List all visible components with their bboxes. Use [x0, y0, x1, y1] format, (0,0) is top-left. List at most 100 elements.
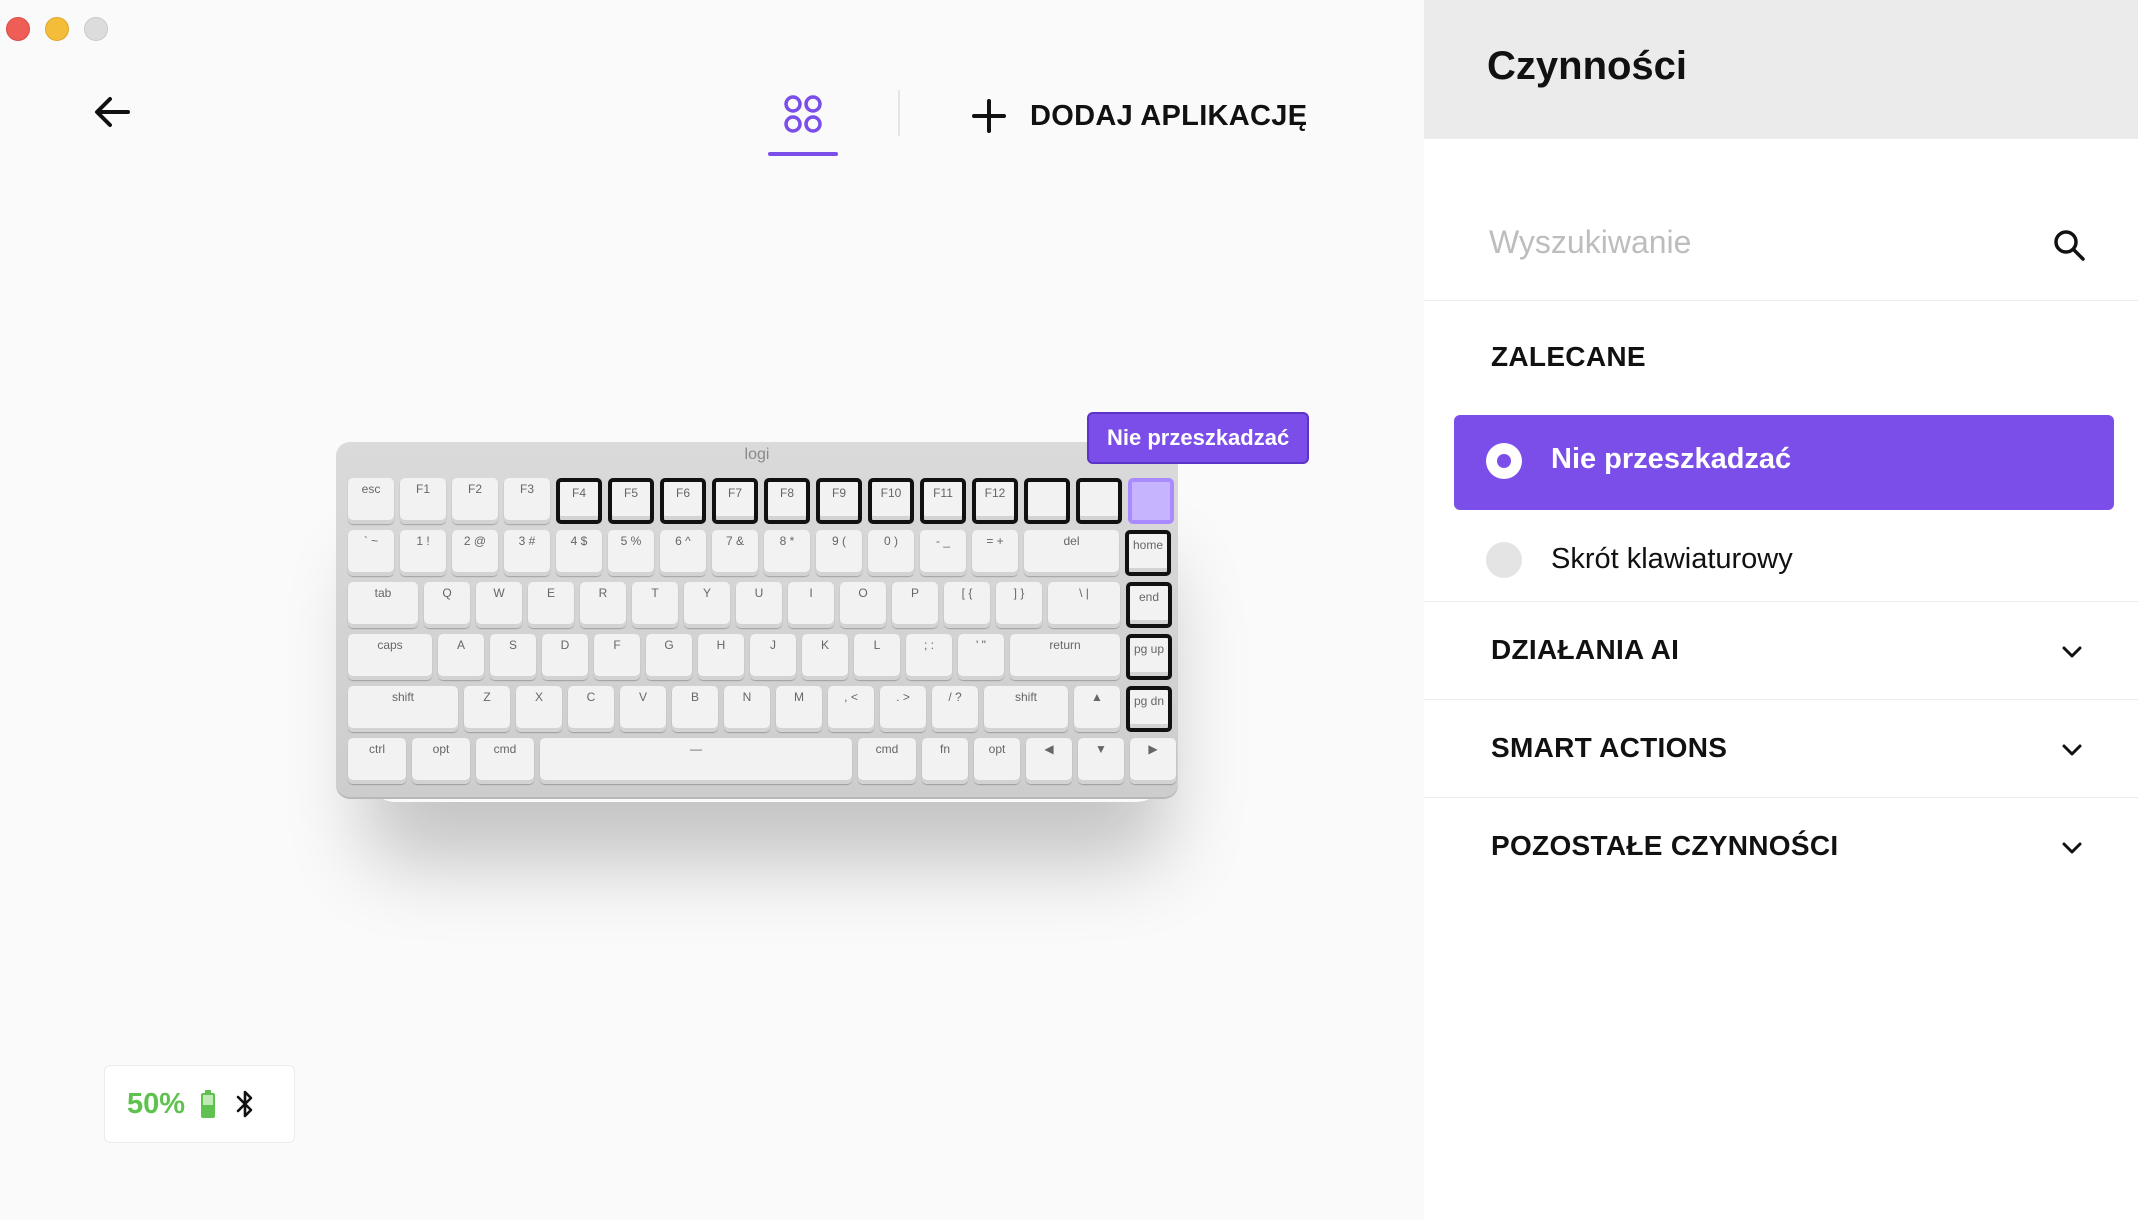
- keyboard-key[interactable]: I: [788, 582, 834, 628]
- keyboard-key[interactable]: T: [632, 582, 678, 628]
- keyboard-key[interactable]: F10: [868, 478, 914, 524]
- keyboard-key[interactable]: ▼: [1078, 738, 1124, 784]
- keyboard-key[interactable]: caps: [348, 634, 432, 680]
- keyboard-key[interactable]: return: [1010, 634, 1120, 680]
- keyboard-key[interactable]: J: [750, 634, 796, 680]
- keyboard-key[interactable]: ' ": [958, 634, 1004, 680]
- chevron-down-icon: [2062, 646, 2082, 658]
- keyboard-key[interactable]: G: [646, 634, 692, 680]
- keyboard-key[interactable]: D: [542, 634, 588, 680]
- keyboard-key[interactable]: F6: [660, 478, 706, 524]
- keyboard-key[interactable]: F4: [556, 478, 602, 524]
- keyboard-key[interactable]: H: [698, 634, 744, 680]
- keyboard-key[interactable]: P: [892, 582, 938, 628]
- keyboard-key[interactable]: 1 !: [400, 530, 446, 576]
- keyboard-key[interactable]: F: [594, 634, 640, 680]
- window-close-button[interactable]: [6, 17, 30, 41]
- keyboard-key[interactable]: cmd: [476, 738, 534, 784]
- keyboard-key[interactable]: shift: [984, 686, 1068, 732]
- keyboard-key[interactable]: 6 ^: [660, 530, 706, 576]
- option-keyboard-shortcut[interactable]: Skrót klawiaturowy: [1454, 525, 2114, 595]
- keyboard-key[interactable]: S: [490, 634, 536, 680]
- keyboard-key[interactable]: —: [540, 738, 852, 784]
- keyboard-key[interactable]: del: [1024, 530, 1119, 576]
- chevron-down-icon: [2062, 842, 2082, 854]
- keyboard-key[interactable]: X: [516, 686, 562, 732]
- keyboard-key[interactable]: F7: [712, 478, 758, 524]
- keyboard-key[interactable]: ` ~: [348, 530, 394, 576]
- keyboard-key[interactable]: 7 &: [712, 530, 758, 576]
- window-zoom-button[interactable]: [84, 17, 108, 41]
- keyboard-key[interactable]: 9 (: [816, 530, 862, 576]
- section-other-actions[interactable]: POZOSTAŁE CZYNNOŚCI: [1424, 800, 2138, 896]
- keyboard-key[interactable]: end: [1126, 582, 1172, 628]
- keyboard-key[interactable]: , <: [828, 686, 874, 732]
- keyboard-key[interactable]: Q: [424, 582, 470, 628]
- keyboard-key[interactable]: A: [438, 634, 484, 680]
- keyboard-key[interactable]: V: [620, 686, 666, 732]
- keyboard-key[interactable]: R: [580, 582, 626, 628]
- keyboard-key[interactable]: 3 #: [504, 530, 550, 576]
- keyboard-key[interactable]: - _: [920, 530, 966, 576]
- keyboard-key[interactable]: F1: [400, 478, 446, 524]
- keyboard-key[interactable]: ▲: [1074, 686, 1120, 732]
- keyboard-key[interactable]: F5: [608, 478, 654, 524]
- keyboard-key[interactable]: fn: [922, 738, 968, 784]
- keyboard-key[interactable]: [1024, 478, 1070, 524]
- keyboard-key[interactable]: ◀: [1026, 738, 1072, 784]
- section-ai-actions[interactable]: DZIAŁANIA AI: [1424, 604, 2138, 700]
- keyboard-key[interactable]: Y: [684, 582, 730, 628]
- keyboard-key[interactable]: pg dn: [1126, 686, 1172, 732]
- keyboard-key[interactable]: opt: [412, 738, 470, 784]
- keyboard-key[interactable]: cmd: [858, 738, 916, 784]
- search-input[interactable]: [1487, 216, 2011, 268]
- keyboard-key[interactable]: F9: [816, 478, 862, 524]
- keyboard-key[interactable]: shift: [348, 686, 458, 732]
- keyboard-key[interactable]: \ |: [1048, 582, 1120, 628]
- keyboard-key[interactable]: O: [840, 582, 886, 628]
- section-smart-actions[interactable]: SMART ACTIONS: [1424, 702, 2138, 798]
- keyboard-key[interactable]: U: [736, 582, 782, 628]
- keyboard-key[interactable]: [ {: [944, 582, 990, 628]
- keyboard-key[interactable]: ; :: [906, 634, 952, 680]
- keyboard-key[interactable]: . >: [880, 686, 926, 732]
- keyboard-key[interactable]: pg up: [1126, 634, 1172, 680]
- add-app-button[interactable]: DODAJ APLIKACJĘ: [970, 94, 1307, 138]
- keyboard-key[interactable]: [1128, 478, 1174, 524]
- keyboard-key[interactable]: 5 %: [608, 530, 654, 576]
- keyboard-key[interactable]: tab: [348, 582, 418, 628]
- keyboard-key[interactable]: 0 ): [868, 530, 914, 576]
- keyboard-key[interactable]: 2 @: [452, 530, 498, 576]
- keyboard-key[interactable]: M: [776, 686, 822, 732]
- keyboard-key[interactable]: opt: [974, 738, 1020, 784]
- keyboard-key[interactable]: 4 $: [556, 530, 602, 576]
- keyboard-key[interactable]: home: [1125, 530, 1171, 576]
- back-button[interactable]: [90, 90, 134, 134]
- keyboard-key[interactable]: F12: [972, 478, 1018, 524]
- keyboard-key[interactable]: N: [724, 686, 770, 732]
- keyboard-key[interactable]: 8 *: [764, 530, 810, 576]
- keyboard-key[interactable]: esc: [348, 478, 394, 524]
- keyboard-key[interactable]: B: [672, 686, 718, 732]
- keyboard-key[interactable]: F3: [504, 478, 550, 524]
- keyboard-key[interactable]: L: [854, 634, 900, 680]
- keyboard-key[interactable]: / ?: [932, 686, 978, 732]
- keyboard-key[interactable]: F8: [764, 478, 810, 524]
- keyboard-key[interactable]: E: [528, 582, 574, 628]
- keyboard-key[interactable]: F11: [920, 478, 966, 524]
- option-do-not-disturb[interactable]: Nie przeszkadzać: [1454, 415, 2114, 510]
- window-minimize-button[interactable]: [45, 17, 69, 41]
- keyboard-key[interactable]: W: [476, 582, 522, 628]
- keyboard-key[interactable]: [1076, 478, 1122, 524]
- keyboard-key[interactable]: Z: [464, 686, 510, 732]
- tab-device-view[interactable]: [768, 88, 838, 158]
- keyboard-key[interactable]: K: [802, 634, 848, 680]
- keyboard-key[interactable]: F2: [452, 478, 498, 524]
- radio-selected-icon: [1486, 443, 1522, 479]
- search-icon[interactable]: [2052, 228, 2086, 262]
- keyboard-key[interactable]: C: [568, 686, 614, 732]
- keyboard-key[interactable]: ] }: [996, 582, 1042, 628]
- keyboard-key[interactable]: ▶: [1130, 738, 1176, 784]
- keyboard-key[interactable]: ctrl: [348, 738, 406, 784]
- keyboard-key[interactable]: = +: [972, 530, 1018, 576]
